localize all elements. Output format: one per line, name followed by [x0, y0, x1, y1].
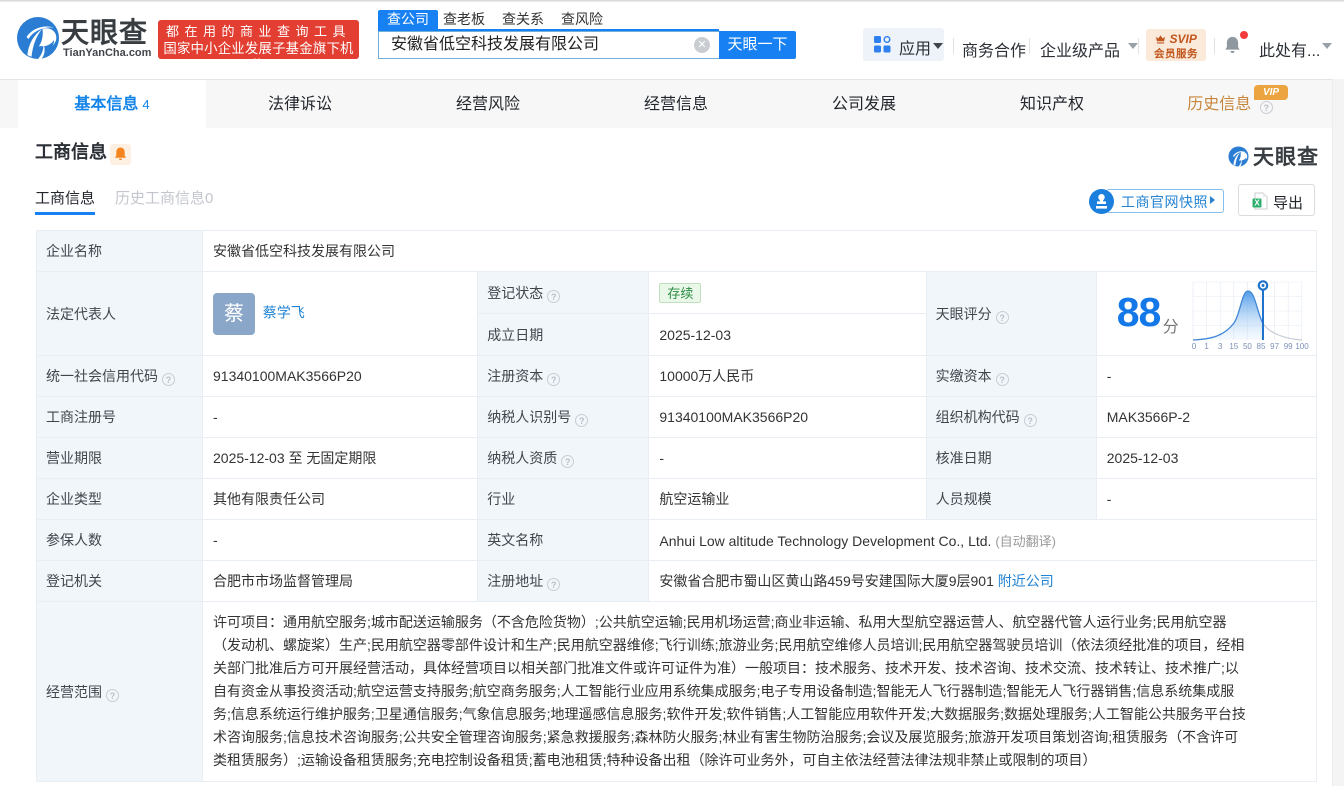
svg-text:X: X: [1254, 199, 1260, 208]
svg-text:15: 15: [1229, 342, 1238, 351]
svg-text:3: 3: [1218, 342, 1223, 351]
svg-text:97: 97: [1270, 342, 1279, 351]
svg-text:99: 99: [1283, 342, 1292, 351]
svg-text:50: 50: [1243, 342, 1252, 351]
svg-text:100: 100: [1295, 342, 1309, 351]
svg-text:0: 0: [1192, 342, 1197, 351]
svg-text:1: 1: [1204, 342, 1209, 351]
svg-text:85: 85: [1256, 342, 1265, 351]
